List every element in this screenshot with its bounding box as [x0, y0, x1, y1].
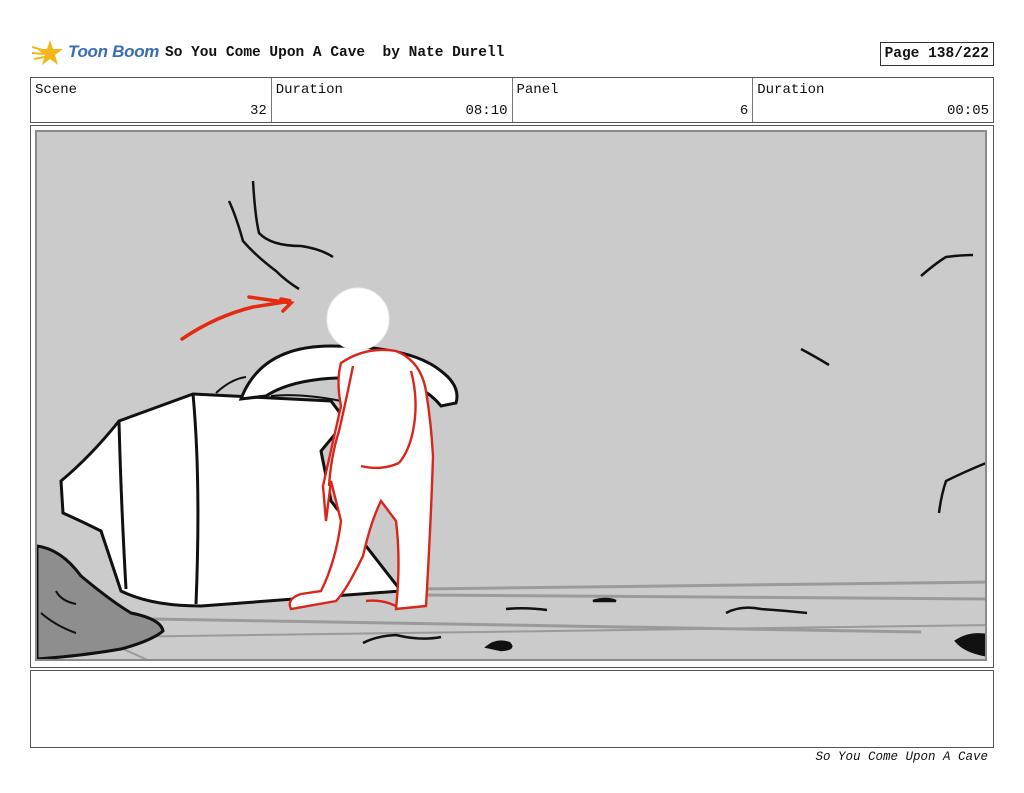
scene-label: Scene — [35, 82, 78, 98]
scene-duration-cell: Duration 08:10 — [272, 78, 513, 122]
notes-box — [30, 670, 994, 748]
scene-duration-label: Duration — [275, 82, 343, 98]
panel-duration-value: 00:05 — [946, 103, 989, 119]
star-icon — [32, 40, 63, 65]
scene-value: 32 — [249, 103, 267, 119]
panel-frame — [30, 125, 994, 668]
toon-boom-logo: Toon Boom — [32, 38, 162, 68]
panel-label: Panel — [516, 82, 559, 98]
motion-arrow — [180, 295, 295, 341]
storyboard-title: So You Come Upon A Cave by Nate Durell — [165, 45, 505, 61]
page-number: Page 138/222 — [879, 42, 994, 66]
logo-text: Toon Boom — [68, 42, 160, 61]
header: Toon Boom So You Come Upon A Cave by Nat… — [30, 38, 994, 70]
character-head — [326, 287, 390, 351]
panel-duration-label: Duration — [757, 82, 825, 98]
scene-info-row: Scene 32 Duration 08:10 Panel 6 Duration… — [30, 77, 994, 123]
storyboard-sketch — [37, 180, 985, 659]
footer-title: So You Come Upon A Cave — [815, 750, 988, 764]
panel-drawing — [35, 130, 987, 661]
scene-duration-value: 08:10 — [465, 103, 508, 119]
panel-duration-cell: Duration 00:05 — [753, 78, 993, 122]
scene-cell: Scene 32 — [31, 78, 272, 122]
panel-value: 6 — [739, 103, 749, 119]
panel-cell: Panel 6 — [513, 78, 754, 122]
